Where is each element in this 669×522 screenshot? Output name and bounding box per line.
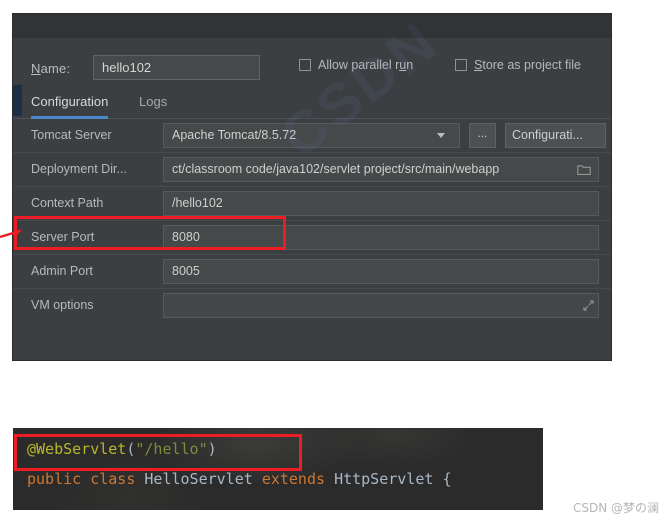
tomcat-configure-button[interactable]: Configurati... (505, 123, 606, 148)
name-label-rest: ame: (40, 61, 71, 76)
store-as-project-file-label-after: tore as project file (482, 58, 582, 72)
name-label: Name: (31, 61, 70, 76)
tab-logs[interactable]: Logs (139, 90, 167, 118)
server-port-input[interactable]: 8080 (163, 225, 599, 250)
allow-parallel-run-label-before: Allow parallel r (318, 58, 400, 72)
tomcat-server-combobox[interactable]: Apache Tomcat/8.5.72 (163, 123, 460, 148)
code-token-webservlet: @WebServlet (27, 440, 127, 458)
name-label-mnemonic: N (31, 61, 41, 76)
folder-icon[interactable] (577, 164, 591, 175)
store-as-project-file-checkbox-box[interactable] (455, 59, 467, 71)
name-input[interactable] (93, 55, 260, 80)
admin-port-row: Admin Port 8005 (13, 256, 611, 289)
admin-port-label: Admin Port (31, 264, 93, 278)
context-path-label: Context Path (31, 196, 104, 210)
code-token-close-paren: ) (207, 440, 217, 458)
code-line-class-declaration: public class HelloServlet extends HttpSe… (27, 470, 451, 488)
code-token-httpservlet: HttpServlet (334, 470, 434, 488)
deployment-directory-input[interactable]: ct/classroom code/java102/servlet projec… (163, 157, 599, 182)
vm-options-row: VM options (13, 290, 611, 322)
allow-parallel-run-label-after: n (406, 58, 414, 72)
store-as-project-file-label: Store as project file (474, 58, 581, 72)
expand-icon[interactable] (583, 300, 594, 311)
code-token-hello-string: "/hello" (135, 440, 208, 458)
vm-options-label: VM options (31, 298, 94, 312)
code-token-public: public (27, 470, 82, 488)
csdn-watermark: CSDN @梦の澜 (572, 501, 659, 515)
dialog-body: Name: Allow parallel run Store as projec… (13, 14, 611, 360)
admin-port-input[interactable]: 8005 (163, 259, 599, 284)
tomcat-browse-button[interactable]: ... (469, 123, 496, 148)
store-as-project-file-checkbox[interactable]: Store as project file (455, 58, 581, 72)
tomcat-server-label: Tomcat Server (31, 128, 112, 142)
code-space-1 (81, 470, 90, 488)
code-token-open-brace: { (442, 470, 452, 488)
chevron-down-icon[interactable] (437, 133, 445, 138)
code-token-class: class (90, 470, 136, 488)
deployment-directory-label: Deployment Dir... (31, 162, 127, 176)
code-token-helloservlet: HelloServlet (144, 470, 253, 488)
allow-parallel-run-checkbox-box[interactable] (299, 59, 311, 71)
ide-left-edge-strip (13, 85, 22, 116)
code-space-4 (325, 470, 334, 488)
allow-parallel-run-label: Allow parallel run (318, 58, 413, 72)
tomcat-server-row: Tomcat Server Apache Tomcat/8.5.72 ... C… (13, 120, 611, 153)
code-line-annotation: @WebServlet("/hello") (27, 440, 217, 458)
allow-parallel-run-checkbox[interactable]: Allow parallel run (299, 58, 413, 72)
context-path-input[interactable]: /hello102 (163, 191, 599, 216)
code-space-3 (253, 470, 262, 488)
tab-configuration[interactable]: Configuration (31, 90, 109, 119)
context-path-row: Context Path /hello102 (13, 188, 611, 221)
vm-options-input[interactable] (163, 293, 599, 318)
run-configuration-dialog: Name: Allow parallel run Store as projec… (13, 14, 611, 360)
code-snippet-block: @WebServlet("/hello") public class Hello… (13, 428, 543, 510)
dialog-title-bar (13, 14, 611, 39)
server-port-label: Server Port (31, 230, 95, 244)
server-port-row: Server Port 8080 (13, 222, 611, 255)
tab-strip: Configuration Logs (13, 90, 611, 119)
deployment-directory-row: Deployment Dir... ct/classroom code/java… (13, 154, 611, 187)
name-row: Name: Allow parallel run Store as projec… (13, 54, 611, 84)
code-token-extends: extends (261, 470, 326, 488)
